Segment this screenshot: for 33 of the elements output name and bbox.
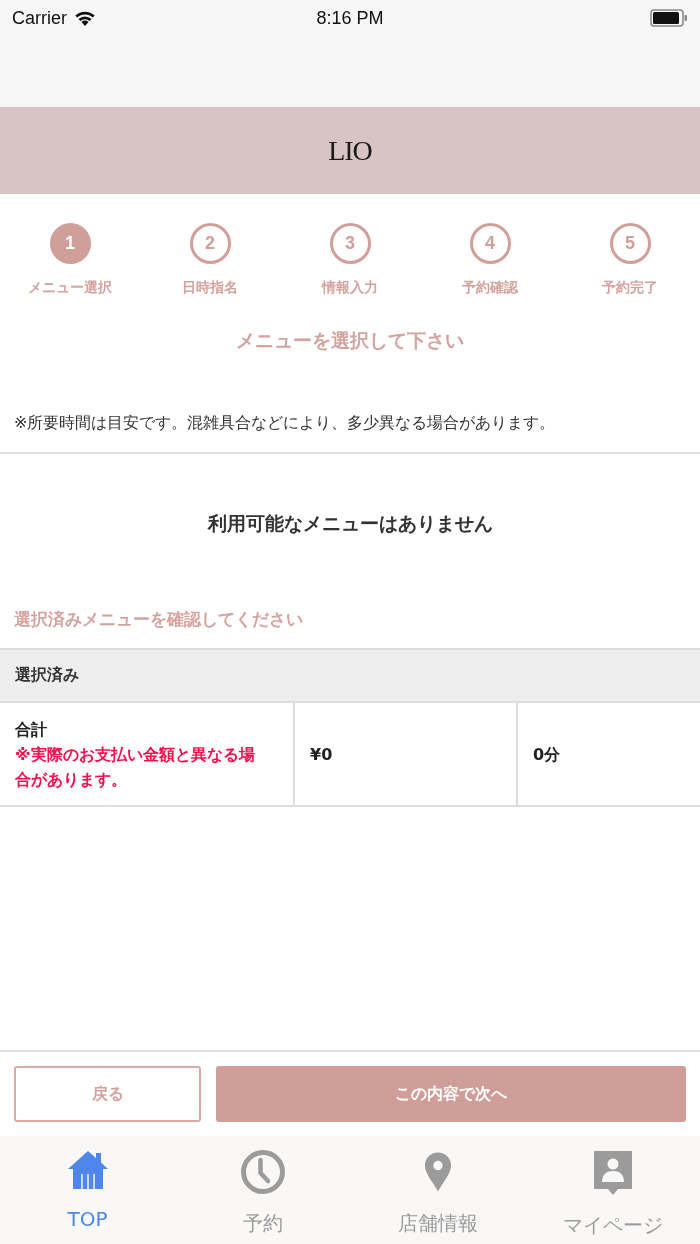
step-label: 情報入力 [322, 278, 378, 297]
next-button[interactable]: この内容で次へ [216, 1066, 686, 1122]
step-number: 1 [49, 223, 91, 264]
tab-item[interactable]: 店舗情報 [350, 1136, 525, 1244]
payment-warning: ※実際のお支払い金額と異なる場合があります。 [15, 743, 256, 791]
tab-item[interactable]: マイページ [525, 1136, 700, 1244]
step-number: 2 [189, 223, 231, 264]
total-price: ¥0 [310, 743, 333, 766]
duration-note: ※所要時間は目安です。混雑具合などにより、多少異なる場合があります。 [0, 412, 700, 454]
page-title: メニューを選択して下さい [235, 328, 465, 352]
step-number: 4 [469, 223, 511, 264]
map-pin-icon [423, 1150, 452, 1194]
battery-icon [650, 9, 688, 27]
tab-item[interactable]: TOP [0, 1136, 175, 1244]
carrier-label: Carrier [12, 7, 67, 29]
empty-menu-message: 利用可能なメニューはありません [206, 511, 494, 535]
status-time: 8:16 PM [316, 7, 384, 29]
step-number: 3 [329, 223, 371, 264]
step-label: 予約確認 [462, 278, 518, 297]
back-button[interactable]: 戻る [14, 1066, 201, 1122]
profile-card-icon [592, 1150, 633, 1196]
total-label: 合計 [15, 718, 47, 741]
total-duration: 0分 [533, 743, 561, 766]
logo: LIO [328, 134, 372, 167]
step-label: メニュー選択 [28, 278, 112, 297]
step-label: 予約完了 [602, 278, 658, 297]
clock-icon [240, 1150, 285, 1194]
house-icon [66, 1150, 109, 1190]
step-label: 日時指名 [182, 278, 238, 297]
step-number: 5 [609, 223, 651, 264]
tab-item[interactable]: 予約 [175, 1136, 350, 1244]
selected-section-heading: 選択済み [0, 650, 700, 703]
wifi-icon [73, 9, 97, 27]
